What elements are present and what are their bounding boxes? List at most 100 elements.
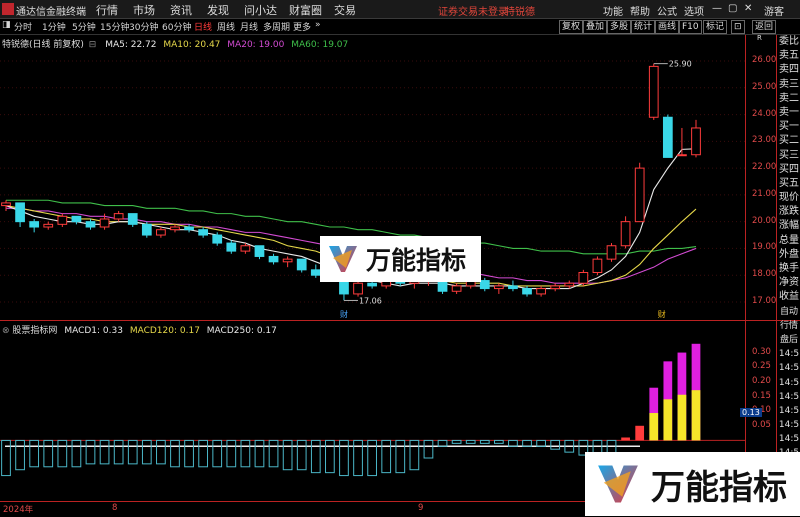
side-panel-item[interactable]: 卖三 [777, 78, 800, 92]
tab-60min[interactable]: 60分钟 [162, 20, 191, 33]
candle-body[interactable] [29, 221, 40, 228]
btn-f10[interactable]: F10 [679, 20, 702, 34]
btn-fanhui-icon[interactable]: ⊡ [731, 20, 745, 34]
tab-15min[interactable]: 15分钟 [100, 20, 129, 33]
tab-fenshi[interactable]: 分时 [14, 20, 32, 33]
candle-body[interactable] [677, 154, 687, 157]
menu-hangqing[interactable]: 行情 [96, 2, 118, 18]
tool-options[interactable]: 选项 [684, 3, 704, 18]
candle-body[interactable] [564, 282, 575, 287]
btn-fuquan[interactable]: 复权 [559, 20, 584, 34]
tool-function[interactable]: 功能 [603, 3, 623, 18]
side-panel-item[interactable]: 换手 [777, 262, 800, 276]
side-panel-item[interactable]: 涨跌 [777, 205, 800, 219]
btn-fanhui[interactable]: 返回 [752, 20, 777, 34]
candle-body[interactable] [493, 285, 504, 290]
candle-body[interactable] [71, 215, 82, 223]
side-panel-item[interactable]: 14:5 [777, 361, 800, 375]
side-panel-item[interactable]: 14:5 [777, 432, 800, 446]
candle-body[interactable] [479, 280, 490, 290]
candle-body[interactable] [578, 272, 589, 284]
candle-body[interactable] [550, 285, 561, 290]
tab-1min[interactable]: 1分钟 [42, 20, 66, 33]
side-panel-item[interactable]: 总量 [777, 234, 800, 248]
candle-body[interactable] [141, 223, 152, 236]
event-marker-1[interactable]: 财 [340, 309, 348, 319]
side-panel-item[interactable]: 现价 [777, 191, 800, 205]
menu-shichang[interactable]: 市场 [133, 2, 155, 18]
side-panel-item[interactable]: 自动 [777, 305, 800, 319]
window-minimize-icon[interactable]: — [712, 3, 722, 14]
trade-login-status[interactable]: 证券交易未登录 [438, 3, 508, 18]
candle-body[interactable] [282, 258, 293, 263]
side-panel-item[interactable]: 行情 [777, 319, 800, 333]
btn-tongji[interactable]: 统计 [631, 20, 656, 34]
candle-body[interactable] [522, 288, 532, 295]
menu-faxian[interactable]: 发现 [207, 2, 229, 18]
guest-label[interactable]: 游客 [764, 3, 784, 18]
candle-body[interactable] [310, 269, 321, 276]
side-panel-item[interactable]: 外盘 [777, 248, 800, 262]
side-panel-item[interactable]: 卖二 [777, 92, 800, 106]
candle-body[interactable] [662, 116, 673, 158]
candle-body[interactable] [170, 226, 180, 231]
candle-body[interactable] [43, 223, 54, 228]
candle-body[interactable] [85, 221, 96, 228]
side-panel-item[interactable]: 净资 [777, 276, 800, 290]
event-marker-2[interactable]: 财 [658, 309, 666, 319]
tab-daily[interactable]: 日线 [194, 20, 212, 33]
candle-body[interactable] [184, 226, 194, 231]
tool-formula[interactable]: 公式 [657, 3, 677, 18]
window-close-icon[interactable]: ✕ [744, 3, 752, 14]
sidebar-toggle-icon[interactable]: ◨ [2, 20, 11, 30]
tab-multi-period[interactable]: 多周期 [263, 20, 290, 33]
tab-monthly[interactable]: 月线 [240, 20, 258, 33]
candle-body[interactable] [1, 202, 11, 207]
side-panel-item[interactable]: 买三 [777, 149, 800, 163]
candle-body[interactable] [113, 213, 124, 220]
candle-body[interactable] [691, 127, 701, 156]
candle-body[interactable] [268, 255, 279, 263]
candle-body[interactable] [451, 285, 462, 292]
candle-body[interactable] [367, 282, 377, 287]
candle-body[interactable] [99, 218, 110, 228]
menu-wenxiaoda[interactable]: 问小达 [244, 2, 277, 18]
candle-body[interactable] [156, 229, 166, 236]
candle-body[interactable] [536, 288, 546, 295]
candle-body[interactable] [254, 245, 265, 257]
side-panel-item[interactable]: 14:5 [777, 404, 800, 418]
side-panel-item[interactable]: 卖五 [777, 49, 800, 63]
side-panel-item[interactable]: 收益 [777, 290, 800, 304]
menu-jiaoyi[interactable]: 交易 [334, 2, 356, 18]
side-panel-item[interactable]: 涨幅 [777, 219, 800, 233]
candle-body[interactable] [592, 258, 603, 274]
side-panel-item[interactable]: 卖一 [777, 106, 800, 120]
candle-body[interactable] [212, 234, 223, 244]
candle-body[interactable] [606, 245, 617, 260]
tab-weekly[interactable]: 周线 [217, 20, 235, 33]
side-panel-item[interactable]: 14:5 [777, 347, 800, 361]
side-panel-item[interactable]: 盘后 [777, 333, 800, 347]
side-panel-item[interactable]: 14:5 [777, 418, 800, 432]
btn-duogu[interactable]: 多股 [607, 20, 632, 34]
tool-help[interactable]: 帮助 [630, 3, 650, 18]
candle-body[interactable] [240, 245, 251, 252]
tab-5min[interactable]: 5分钟 [72, 20, 96, 33]
side-panel-item[interactable]: 买二 [777, 134, 800, 148]
more-chevron-icon[interactable]: » [315, 20, 321, 30]
candle-body[interactable] [508, 285, 518, 290]
btn-biaoji[interactable]: 标记 [703, 20, 728, 34]
menu-caifuquan[interactable]: 财富圈 [289, 2, 322, 18]
candle-body[interactable] [198, 229, 209, 236]
side-panel-item[interactable]: 买一 [777, 120, 800, 134]
candle-body[interactable] [648, 65, 659, 118]
side-panel-item[interactable]: 委比 [777, 35, 800, 49]
candle-body[interactable] [620, 221, 631, 247]
candle-body[interactable] [353, 282, 363, 295]
side-panel-item[interactable]: 买四 [777, 163, 800, 177]
candle-body[interactable] [226, 242, 237, 252]
side-panel-item[interactable]: 14:5 [777, 376, 800, 390]
menu-zixun[interactable]: 资讯 [170, 2, 192, 18]
btn-diejia[interactable]: 叠加 [583, 20, 608, 34]
candle-body[interactable] [127, 213, 138, 225]
